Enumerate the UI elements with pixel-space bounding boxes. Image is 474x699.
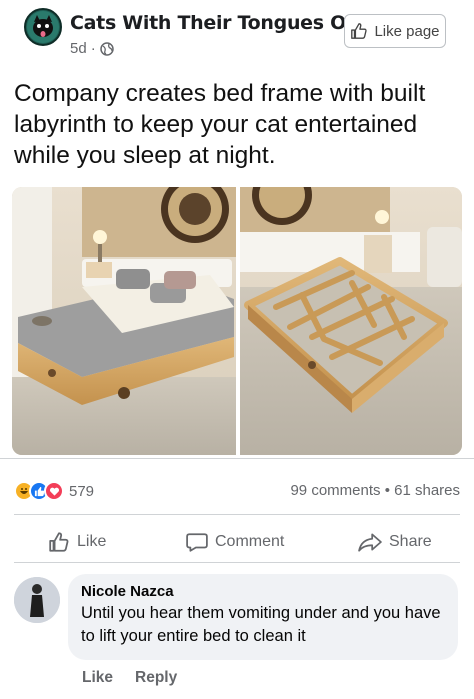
thumbs-up-icon bbox=[351, 23, 368, 39]
comments-count[interactable]: 99 comments bbox=[290, 482, 380, 499]
post-actions: Like Comment Share bbox=[0, 522, 474, 562]
post-photo[interactable] bbox=[12, 187, 462, 455]
comment-reply-button[interactable]: Reply bbox=[135, 669, 177, 687]
meta-dot: · bbox=[90, 40, 96, 57]
comment-bubble-icon bbox=[186, 533, 208, 552]
share-button[interactable]: Share bbox=[358, 522, 432, 562]
comment-like-button[interactable]: Like bbox=[82, 669, 113, 687]
comment-actions: Like Reply bbox=[82, 669, 177, 687]
comment-author[interactable]: Nicole Nazca bbox=[81, 583, 445, 600]
avatar[interactable] bbox=[14, 577, 60, 623]
page-name[interactable]: Cats With Their Tongues Out bbox=[70, 12, 368, 34]
bed-labyrinth-image bbox=[12, 187, 462, 455]
like-page-button[interactable]: Like page bbox=[344, 14, 446, 48]
engagement-stats: 99 comments • 61 shares bbox=[290, 482, 460, 499]
stats-separator: • bbox=[384, 482, 390, 499]
thumbs-up-icon bbox=[49, 532, 69, 552]
like-label: Like bbox=[77, 533, 107, 550]
share-label: Share bbox=[389, 533, 432, 550]
actions-divider bbox=[14, 514, 460, 515]
share-arrow-icon bbox=[358, 533, 382, 552]
post-header: Cats With Their Tongues Out 5d · Like pa… bbox=[0, 0, 474, 70]
comment-bubble: Nicole Nazca Until you hear them vomitin… bbox=[68, 574, 458, 660]
comments-divider bbox=[14, 562, 460, 563]
shares-count[interactable]: 61 shares bbox=[394, 482, 460, 499]
comment-label: Comment bbox=[215, 533, 285, 550]
like-page-label: Like page bbox=[374, 22, 440, 40]
globe-icon bbox=[99, 41, 114, 56]
page-avatar[interactable] bbox=[24, 8, 62, 46]
cat-logo-icon bbox=[27, 11, 59, 43]
commenter-avatar-image bbox=[14, 577, 60, 623]
section-divider bbox=[0, 458, 474, 459]
post-meta: 5d · bbox=[70, 40, 114, 57]
like-button[interactable]: Like bbox=[48, 522, 106, 562]
reaction-count: 579 bbox=[69, 482, 95, 500]
comment-button[interactable]: Comment bbox=[186, 522, 284, 562]
post-time[interactable]: 5d bbox=[70, 40, 87, 57]
post-text: Company creates bed frame with built lab… bbox=[14, 80, 426, 169]
reaction-summary[interactable]: 579 bbox=[14, 480, 94, 502]
love-icon bbox=[44, 481, 64, 501]
comment-text: Until you hear them vomiting under and y… bbox=[81, 604, 441, 645]
